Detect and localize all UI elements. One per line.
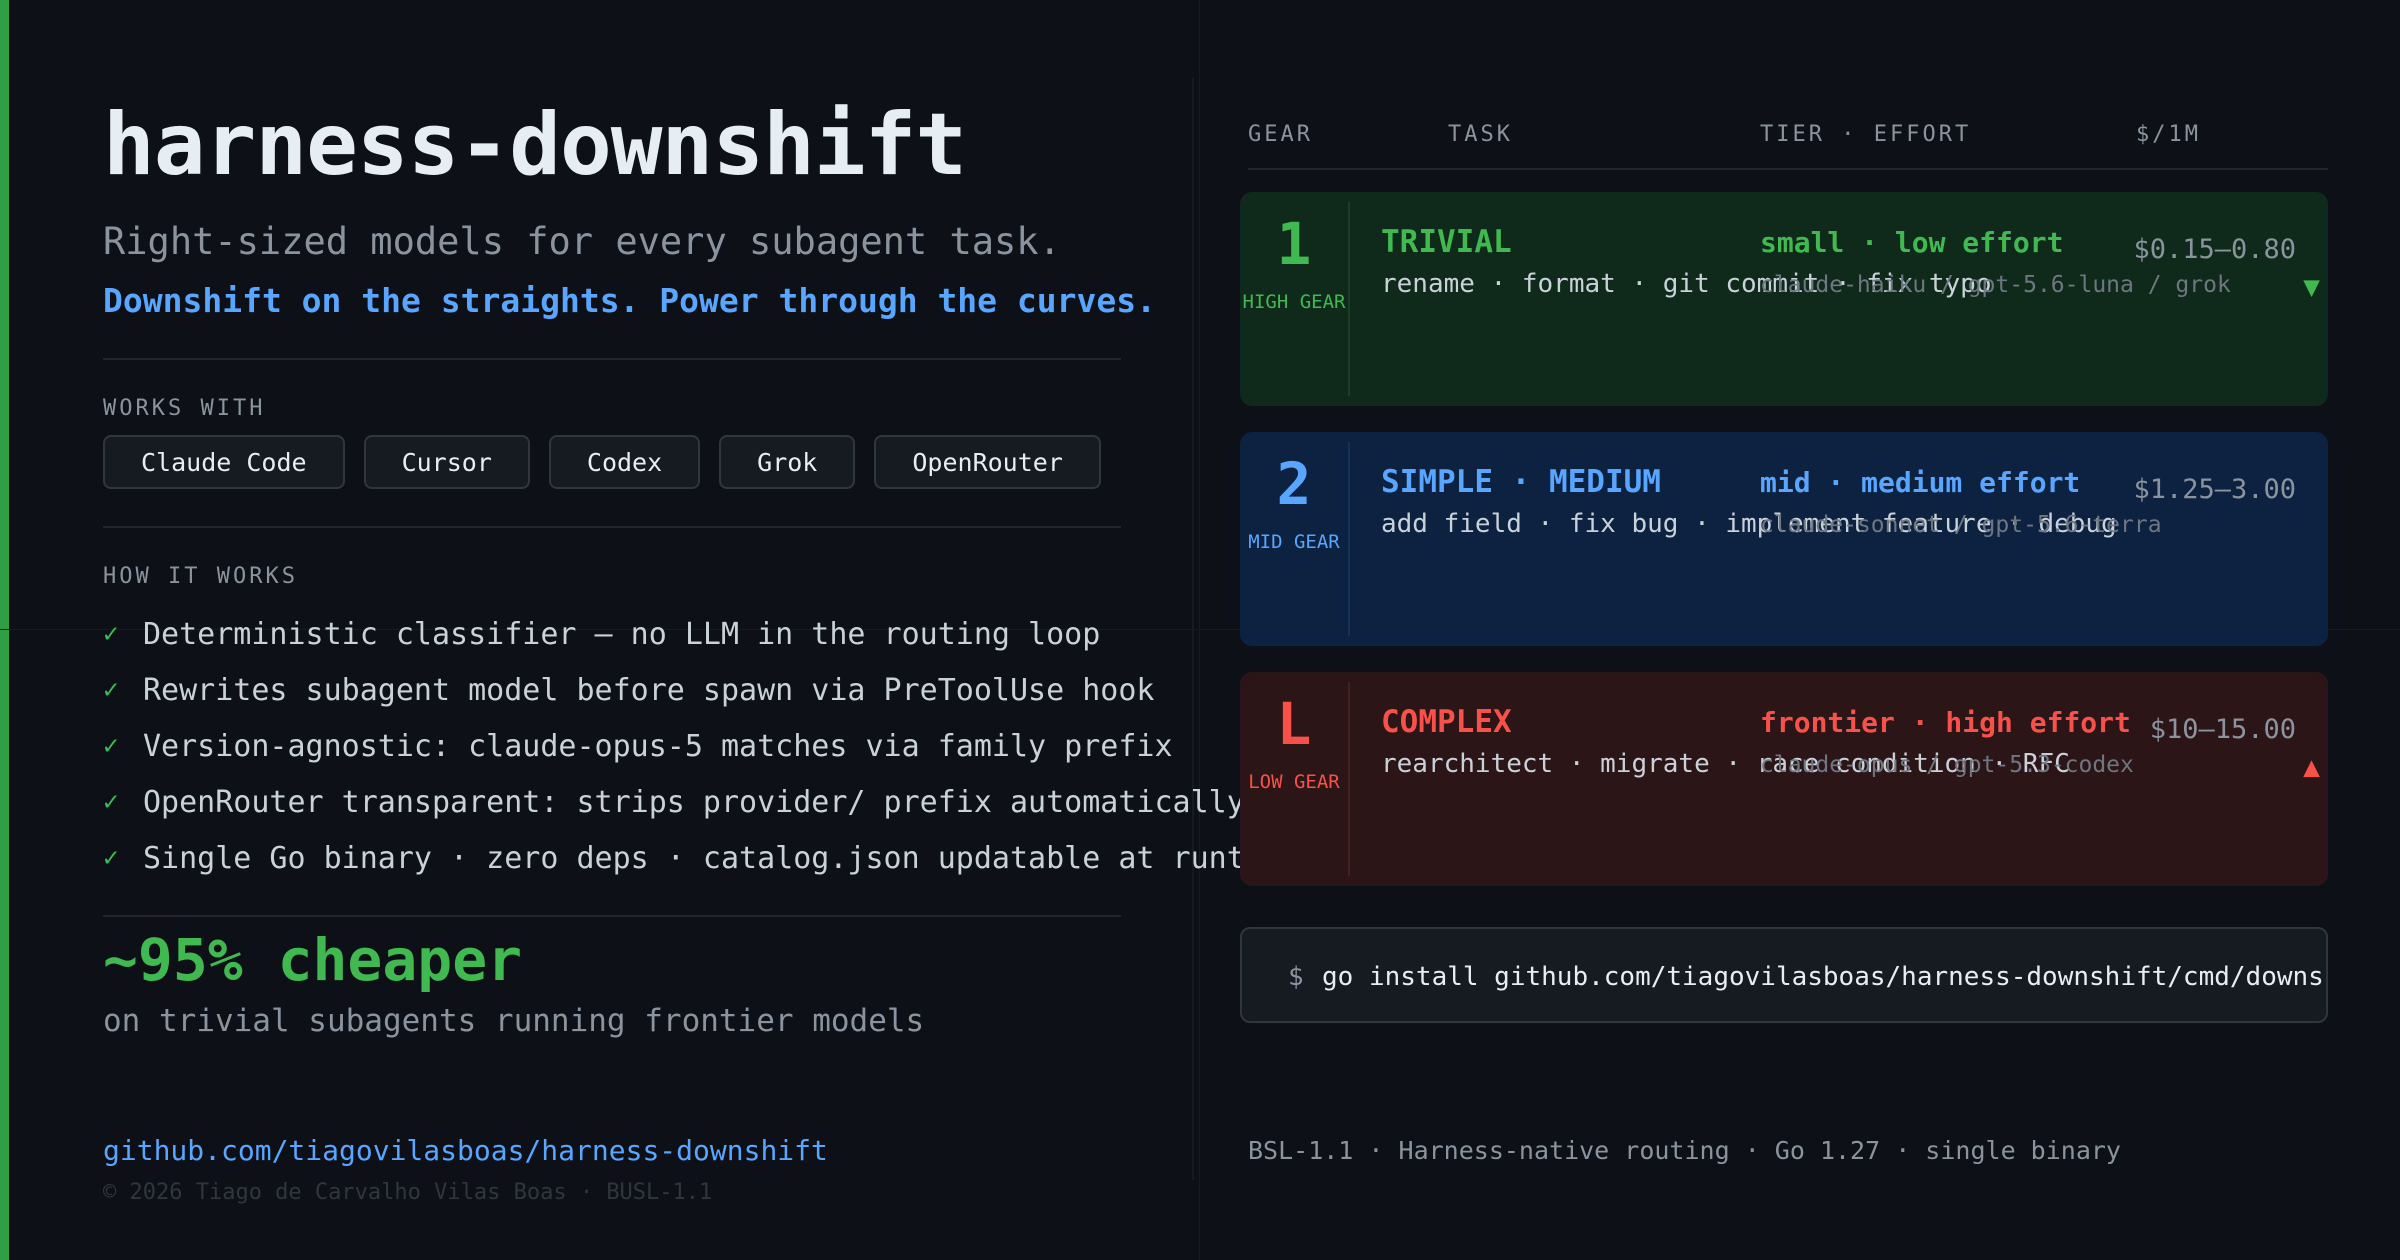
gear-label: LOW GEAR bbox=[1248, 771, 1340, 793]
tagline: Downshift on the straights. Power throug… bbox=[103, 281, 1156, 320]
model-list: claude-haiku / gpt-5.6-luna / grok bbox=[1760, 272, 2231, 298]
arrow-down-icon: ▼ bbox=[2303, 270, 2320, 303]
tier-effort: mid · medium effort bbox=[1760, 466, 2081, 499]
price-range: $10–15.00 bbox=[2149, 714, 2296, 745]
footer-meta: BSL-1.1 · Harness-native routing · Go 1.… bbox=[1248, 1136, 2121, 1165]
shell-prompt: $ bbox=[1288, 962, 1304, 992]
task-name: SIMPLE · MEDIUM bbox=[1381, 464, 1661, 500]
chip-openrouter[interactable]: OpenRouter bbox=[874, 435, 1101, 489]
page-title: harness-downshift bbox=[103, 95, 967, 195]
gear-divider bbox=[1348, 682, 1350, 876]
copyright: © 2026 Tiago de Carvalho Vilas Boas · BU… bbox=[103, 1180, 713, 1205]
feature-text: OpenRouter transparent: strips provider/… bbox=[143, 784, 1245, 820]
arrow-up-icon: ▲ bbox=[2303, 750, 2320, 783]
feature-text: Single Go binary · zero deps · catalog.j… bbox=[143, 840, 1299, 876]
gear-row-complex: L LOW GEAR COMPLEX rearchitect · migrate… bbox=[1240, 672, 2328, 886]
savings-detail: on trivial subagents running frontier mo… bbox=[103, 1003, 925, 1039]
price-range: $1.25–3.00 bbox=[2133, 474, 2296, 505]
price-range: $0.15–0.80 bbox=[2133, 234, 2296, 265]
divider bbox=[103, 915, 1121, 917]
header-task: TASK bbox=[1448, 122, 1513, 147]
chip-grok[interactable]: Grok bbox=[719, 435, 856, 489]
gear-divider bbox=[1348, 202, 1350, 396]
header-gear: GEAR bbox=[1248, 122, 1313, 147]
gear-divider bbox=[1348, 442, 1350, 636]
model-list: claude-sonnet / gpt-5.6-terra bbox=[1760, 512, 2162, 538]
feature-item: ✓ Rewrites subagent model before spawn vi… bbox=[103, 662, 1299, 718]
tier-effort: small · low effort bbox=[1760, 226, 2064, 259]
feature-list: ✓ Deterministic classifier — no LLM in th… bbox=[103, 606, 1299, 886]
gear-table-header: GEAR TASK TIER · EFFORT $/1M bbox=[1248, 122, 2328, 170]
tier-effort: frontier · high effort bbox=[1760, 706, 2131, 739]
gear-label: HIGH GEAR bbox=[1242, 291, 1346, 313]
task-name: COMPLEX bbox=[1381, 704, 1512, 740]
check-icon: ✓ bbox=[103, 843, 119, 873]
subtitle: Right-sized models for every subagent ta… bbox=[103, 220, 1061, 263]
repo-link[interactable]: github.com/tiagovilasboas/harness-downsh… bbox=[103, 1134, 828, 1167]
chip-codex[interactable]: Codex bbox=[548, 435, 701, 489]
divider bbox=[103, 358, 1121, 360]
model-list: claude-opus / gpt-5.3-codex bbox=[1760, 752, 2134, 778]
divider bbox=[103, 526, 1121, 528]
feature-text: Rewrites subagent model before spawn via… bbox=[143, 672, 1155, 708]
works-with-list: Claude Code Cursor Codex Grok OpenRouter bbox=[103, 435, 1101, 489]
how-it-works-label: HOW IT WORKS bbox=[103, 564, 298, 589]
feature-item: ✓ Version-agnostic: claude-opus-5 matches… bbox=[103, 718, 1299, 774]
install-command[interactable]: go install github.com/tiagovilasboas/har… bbox=[1322, 962, 2326, 992]
works-with-label: WORKS WITH bbox=[103, 396, 266, 421]
check-icon: ✓ bbox=[103, 619, 119, 649]
gear-number: 2 bbox=[1276, 450, 1312, 518]
feature-item: ✓ Deterministic classifier — no LLM in th… bbox=[103, 606, 1299, 662]
check-icon: ✓ bbox=[103, 787, 119, 817]
check-icon: ✓ bbox=[103, 675, 119, 705]
header-price: $/1M bbox=[2136, 122, 2201, 147]
check-icon: ✓ bbox=[103, 731, 119, 761]
chip-claude-code[interactable]: Claude Code bbox=[103, 435, 345, 489]
gear-row-trivial: 1 HIGH GEAR TRIVIAL rename · format · gi… bbox=[1240, 192, 2328, 406]
chip-cursor[interactable]: Cursor bbox=[363, 435, 530, 489]
gear-row-simple-medium: 2 MID GEAR SIMPLE · MEDIUM add field · f… bbox=[1240, 432, 2328, 646]
feature-item: ✓ OpenRouter transparent: strips provider… bbox=[103, 774, 1299, 830]
feature-text: Deterministic classifier — no LLM in the… bbox=[143, 616, 1101, 652]
gear-number: 1 bbox=[1276, 210, 1312, 278]
savings-headline: ~95% cheaper bbox=[103, 926, 523, 994]
feature-item: ✓ Single Go binary · zero deps · catalog.… bbox=[103, 830, 1299, 886]
header-tier: TIER · EFFORT bbox=[1760, 122, 1972, 147]
install-command-box[interactable]: $ go install github.com/tiagovilasboas/h… bbox=[1240, 927, 2328, 1023]
task-name: TRIVIAL bbox=[1381, 224, 1512, 260]
gear-label: MID GEAR bbox=[1248, 531, 1340, 553]
feature-text: Version-agnostic: claude-opus-5 matches … bbox=[143, 728, 1173, 764]
gear-number: L bbox=[1276, 690, 1312, 758]
accent-bar bbox=[0, 0, 9, 1260]
